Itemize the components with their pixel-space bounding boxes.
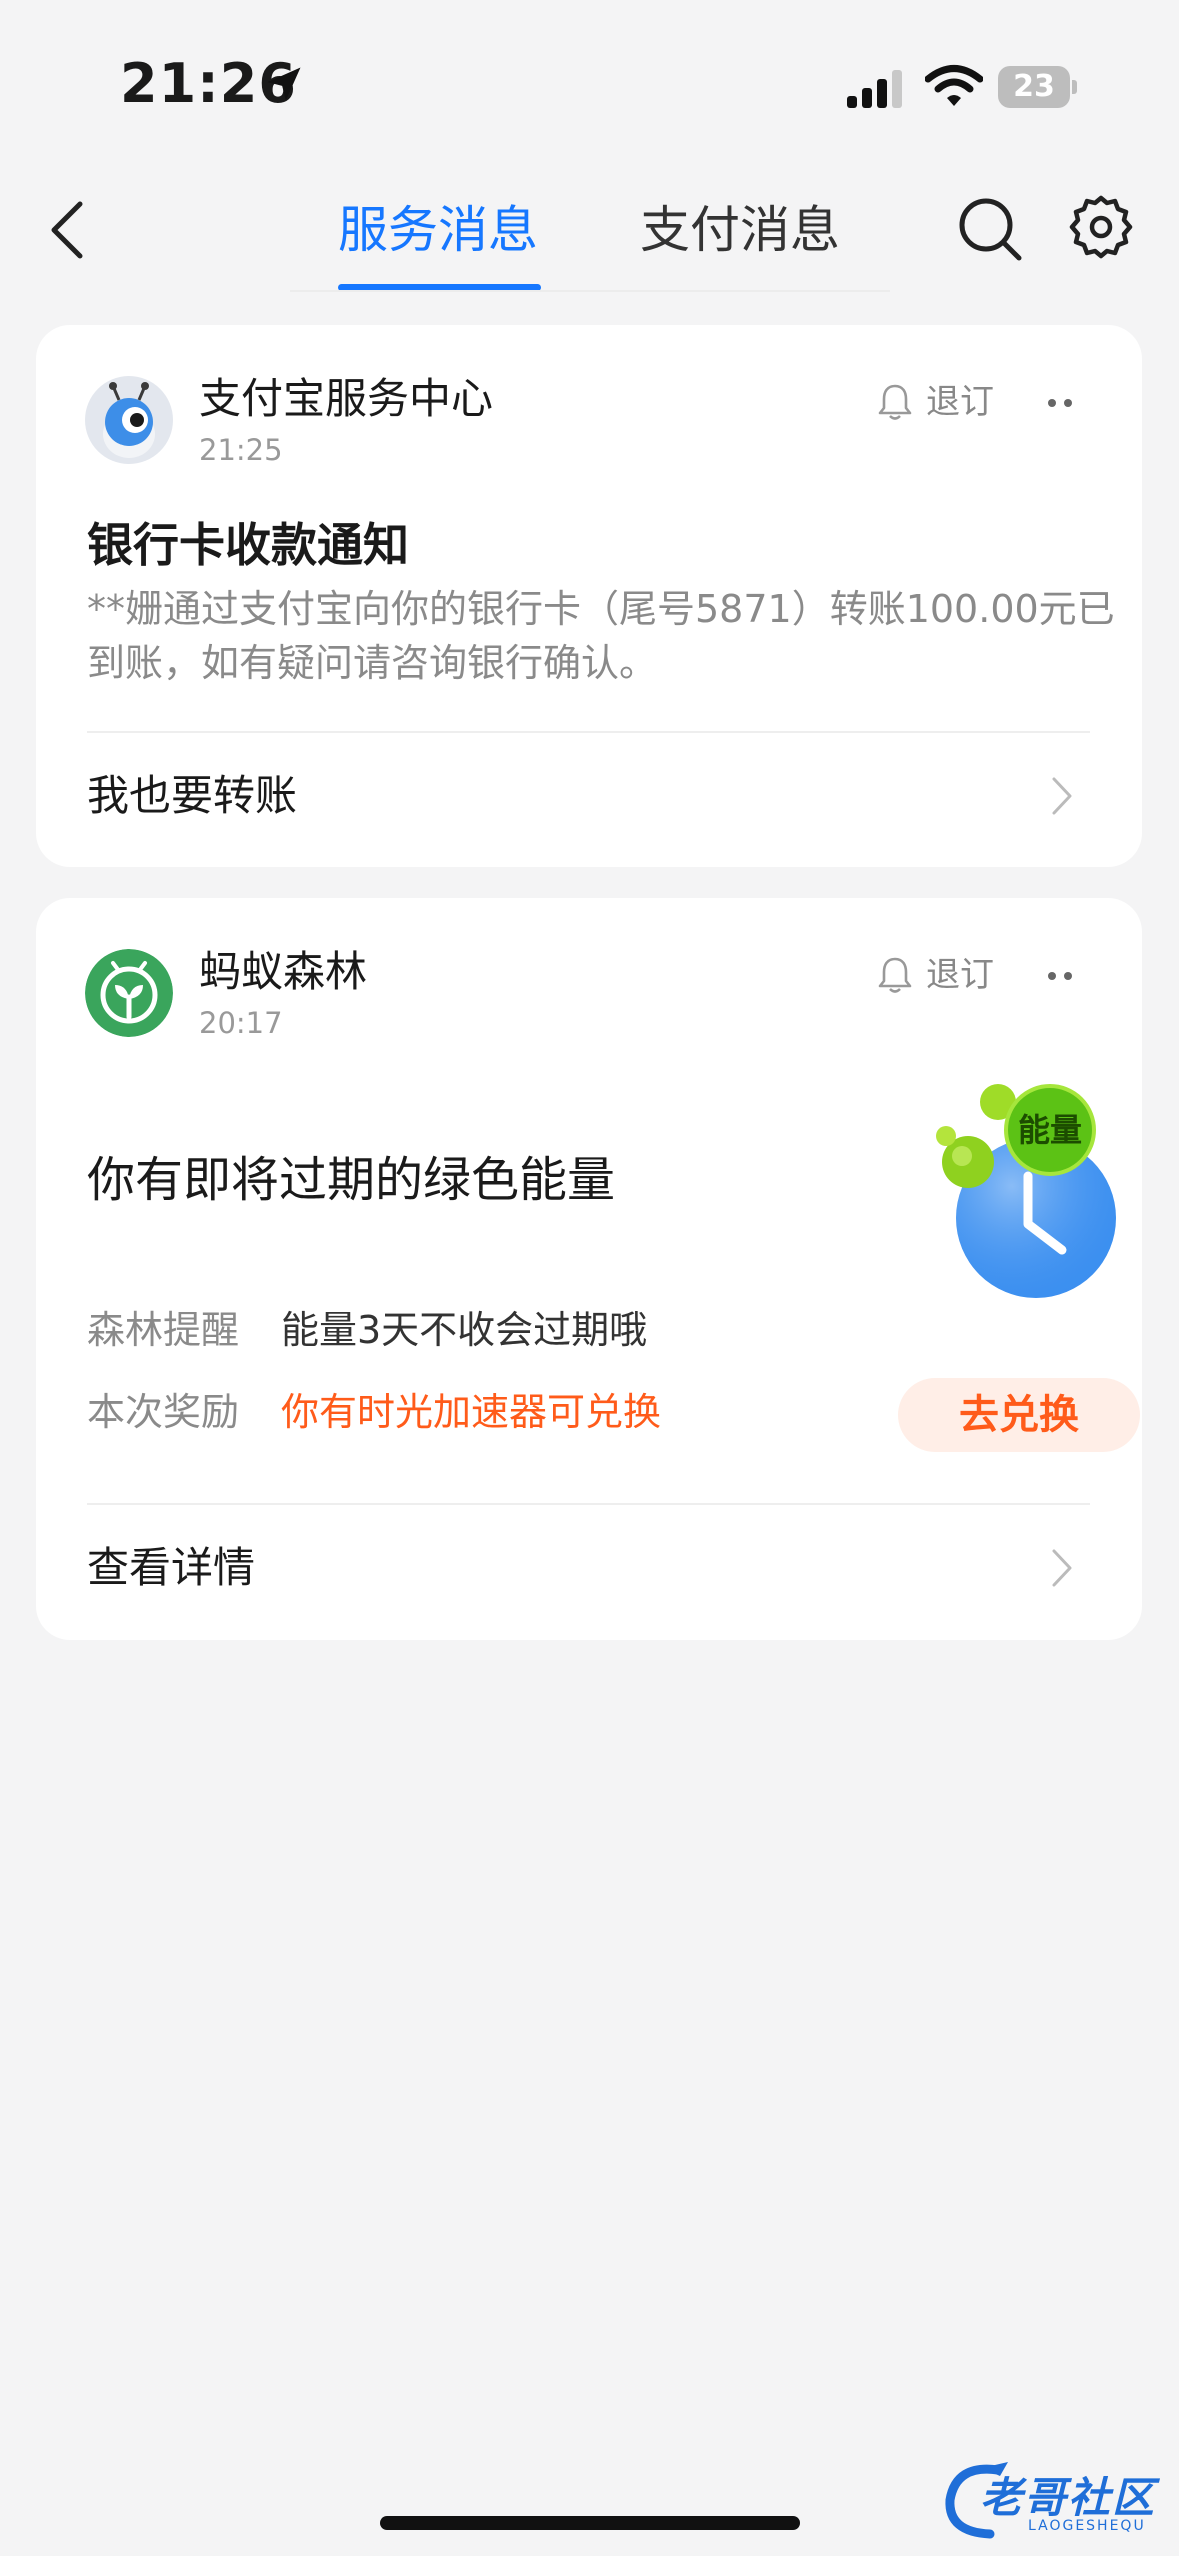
bell-icon xyxy=(878,384,912,420)
message-card-bank-notice: 支付宝服务中心 21:25 退订 银行卡收款通知 **姗通过支付宝向你的银行卡（… xyxy=(36,325,1142,867)
battery-indicator: 23 xyxy=(998,66,1078,108)
transfer-action-link[interactable]: 我也要转账 xyxy=(87,768,297,824)
top-nav: 服务消息 支付消息 xyxy=(0,170,1179,292)
more-options-icon[interactable] xyxy=(1040,956,1080,996)
message-title: 你有即将过期的绿色能量 xyxy=(87,1152,616,1208)
message-body: **姗通过支付宝向你的银行卡（尾号5871）转账100.00元已到账，如有疑问请… xyxy=(87,587,1115,685)
chevron-right-icon[interactable] xyxy=(1046,771,1076,821)
reward-value[interactable]: 你有时光加速器可兑换 xyxy=(281,1386,661,1438)
home-indicator[interactable] xyxy=(380,2516,800,2530)
gear-icon[interactable] xyxy=(1068,194,1134,260)
energy-badge: 能量 xyxy=(1004,1084,1096,1176)
alipay-service-avatar[interactable] xyxy=(85,376,173,464)
watermark-logo: 老哥社区 LAOGESHEQU xyxy=(938,2458,1168,2544)
nav-divider xyxy=(290,290,890,292)
tab-payment-messages[interactable]: 支付消息 xyxy=(640,198,840,262)
status-bar: 21:26 23 xyxy=(0,0,1179,170)
card-divider xyxy=(87,731,1090,733)
back-arrow-icon[interactable] xyxy=(44,200,94,260)
unsubscribe-label: 退订 xyxy=(926,955,994,995)
bell-icon xyxy=(878,957,912,993)
unsubscribe-label: 退订 xyxy=(926,382,994,422)
wifi-icon xyxy=(925,65,983,106)
message-title: 银行卡收款通知 xyxy=(87,518,409,572)
reward-label: 本次奖励 xyxy=(87,1390,240,1434)
reminder-value: 能量3天不收会过期哦 xyxy=(281,1308,648,1352)
message-time: 21:25 xyxy=(199,433,283,467)
message-card-ant-forest: 蚂蚁森林 20:17 退订 你有即将过期的绿色能量 能量 森林提醒 能量3天不收… xyxy=(36,898,1142,1640)
watermark-subtext: LAOGESHEQU xyxy=(1028,2518,1146,2534)
battery-level: 23 xyxy=(1013,69,1055,104)
message-time: 20:17 xyxy=(199,1006,283,1040)
sender-name[interactable]: 蚂蚁森林 xyxy=(199,944,367,1000)
view-details-link[interactable]: 查看详情 xyxy=(87,1540,255,1596)
more-options-icon[interactable] xyxy=(1040,383,1080,423)
card-divider xyxy=(87,1503,1090,1505)
sender-name[interactable]: 支付宝服务中心 xyxy=(199,371,493,427)
ant-forest-avatar[interactable] xyxy=(85,949,173,1037)
reminder-label: 森林提醒 xyxy=(87,1308,240,1352)
search-icon[interactable] xyxy=(955,194,1025,264)
tab-service-messages[interactable]: 服务消息 xyxy=(338,198,538,262)
redeem-button[interactable]: 去兑换 xyxy=(898,1378,1140,1452)
location-arrow-icon xyxy=(267,67,301,101)
cellular-signal-icon xyxy=(847,70,902,108)
chevron-right-icon[interactable] xyxy=(1046,1543,1076,1593)
watermark-text: 老哥社区 xyxy=(980,2473,1157,2522)
energy-badge-label: 能量 xyxy=(1017,1111,1082,1149)
